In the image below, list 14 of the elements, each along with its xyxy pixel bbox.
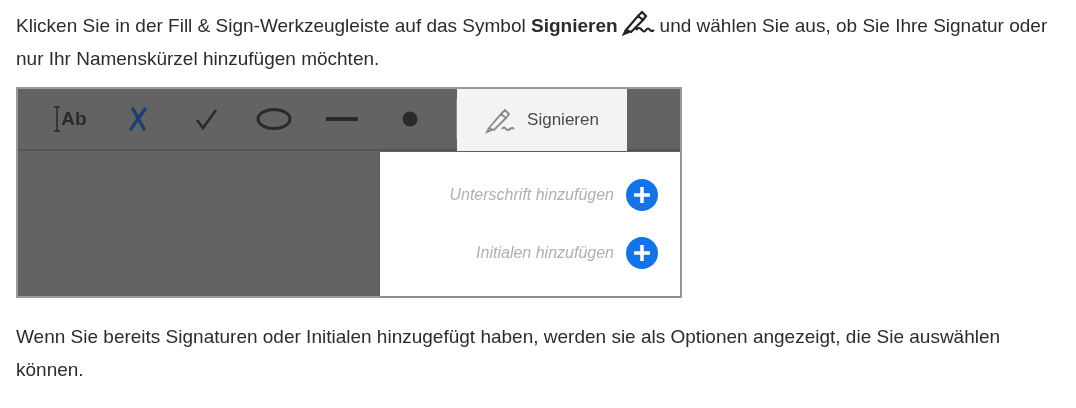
intro-paragraph: Klicken Sie in der Fill & Sign-Werkzeugleiste auf das Symbol Signieren und wählen Sie aus, ob Sie Ihre Signatur oder nur Ihr Namenskürzel hinzufügen möchten. — [16, 9, 1056, 75]
plus-icon — [626, 237, 658, 269]
note-paragraph: Wenn Sie bereits Signaturen oder Initialen hinzugefügt haben, werden sie als Optionen angezeigt, die Sie auswählen können. — [16, 325, 1002, 382]
plus-icon — [626, 179, 658, 211]
ellipse-icon[interactable] — [256, 107, 292, 131]
text-cursor-icon[interactable] — [53, 106, 62, 132]
add-text-tool[interactable]: Ab — [61, 104, 87, 134]
check-icon[interactable] — [194, 107, 218, 131]
cross-icon[interactable] — [127, 106, 149, 132]
sign-tab[interactable]: Signieren — [457, 89, 627, 151]
pen-signature-icon — [621, 10, 656, 36]
dot-icon[interactable] — [402, 111, 418, 127]
menu-item[interactable]: Initialen hinzufügen — [380, 237, 658, 269]
menu-item[interactable]: Unterschrift hinzufügen — [380, 179, 658, 211]
